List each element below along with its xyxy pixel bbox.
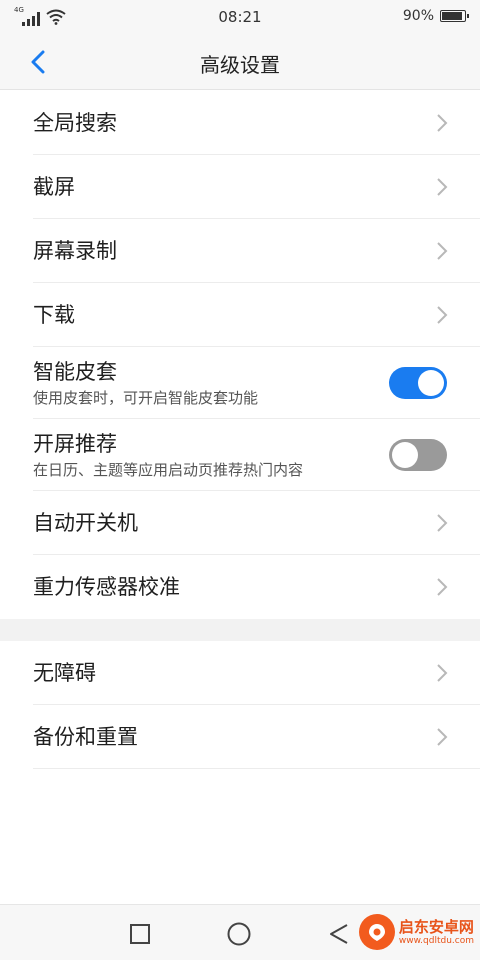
watermark-name: 启东安卓网 [398, 917, 474, 936]
chevron-right-icon [437, 514, 448, 532]
chevron-right-icon [437, 178, 448, 196]
status-bar: 4G 08:21 90% [0, 0, 480, 34]
row-label-wrap: 屏幕录制 [33, 237, 117, 265]
watermark-text: 启东安卓网 www.qdltdu.com [399, 918, 474, 947]
toggle-knob [392, 442, 418, 468]
smart-cover-toggle[interactable] [389, 367, 447, 399]
row-subtitle: 在日历、主题等应用启动页推荐热门内容 [33, 461, 304, 479]
setting-accessibility[interactable]: 无障碍 [0, 641, 480, 705]
setting-smart-cover: 智能皮套 使用皮套时，可开启智能皮套功能 [0, 347, 480, 419]
watermark-logo-icon [358, 914, 395, 950]
toggle-knob [418, 370, 444, 396]
row-label-wrap: 截屏 [33, 173, 75, 201]
row-subtitle: 使用皮套时，可开启智能皮套功能 [33, 389, 259, 407]
row-label-wrap: 智能皮套 使用皮套时，可开启智能皮套功能 [33, 358, 258, 408]
row-title: 智能皮套 [33, 360, 117, 384]
header: 高级设置 [0, 34, 480, 90]
chevron-right-icon [437, 664, 448, 682]
nav-back-button[interactable] [324, 919, 354, 949]
row-label-wrap: 下载 [33, 301, 75, 329]
home-button[interactable] [224, 919, 254, 949]
section-divider [0, 619, 480, 641]
row-label-wrap: 无障碍 [33, 659, 96, 687]
watermark-url: www.qdltdu.com [398, 935, 474, 946]
watermark: 启东安卓网 www.qdltdu.com [358, 914, 474, 950]
row-label-wrap: 重力传感器校准 [33, 573, 180, 601]
row-label-wrap: 开屏推荐 在日历、主题等应用启动页推荐热门内容 [33, 430, 303, 480]
chevron-right-icon [437, 114, 448, 132]
row-title: 全局搜索 [33, 111, 117, 135]
chevron-right-icon [437, 242, 448, 260]
row-title: 自动开关机 [33, 511, 138, 535]
circle-icon [227, 922, 251, 946]
chevron-right-icon [437, 306, 448, 324]
row-title: 屏幕录制 [33, 239, 117, 263]
page-title: 高级设置 [200, 53, 280, 77]
row-title: 备份和重置 [33, 725, 138, 749]
row-label-wrap: 备份和重置 [33, 723, 138, 751]
setting-screen-record[interactable]: 屏幕录制 [0, 219, 480, 283]
setting-download[interactable]: 下载 [0, 283, 480, 347]
chevron-right-icon [437, 578, 448, 596]
boot-recommend-toggle[interactable] [389, 439, 447, 471]
setting-gravity-calibration[interactable]: 重力传感器校准 [0, 555, 480, 619]
settings-list: 全局搜索 截屏 屏幕录制 下载 智能皮套 使用皮套时，可开启智能皮套功能 开屏推… [0, 91, 480, 769]
setting-global-search[interactable]: 全局搜索 [0, 91, 480, 155]
square-icon [130, 924, 150, 944]
row-title: 无障碍 [33, 661, 96, 685]
battery-percent: 90% [402, 8, 434, 24]
triangle-left-icon [330, 924, 348, 944]
battery-icon [440, 10, 469, 22]
status-right: 90% [402, 8, 469, 24]
chevron-right-icon [437, 728, 448, 746]
setting-backup-reset[interactable]: 备份和重置 [0, 705, 480, 769]
setting-boot-recommend: 开屏推荐 在日历、主题等应用启动页推荐热门内容 [0, 419, 480, 491]
setting-auto-power[interactable]: 自动开关机 [0, 491, 480, 555]
battery-fill [442, 12, 462, 20]
row-title: 开屏推荐 [33, 432, 117, 456]
recent-apps-button[interactable] [125, 919, 155, 949]
row-title: 截屏 [33, 175, 75, 199]
row-title: 重力传感器校准 [33, 575, 180, 599]
row-label-wrap: 全局搜索 [33, 109, 117, 137]
divider [33, 768, 480, 769]
screen: 4G 08:21 90% 高级设置 全局搜索 截屏 屏幕录制 下载 智能皮套 使… [0, 0, 480, 960]
setting-screenshot[interactable]: 截屏 [0, 155, 480, 219]
row-label-wrap: 自动开关机 [33, 509, 138, 537]
row-title: 下载 [33, 303, 75, 327]
